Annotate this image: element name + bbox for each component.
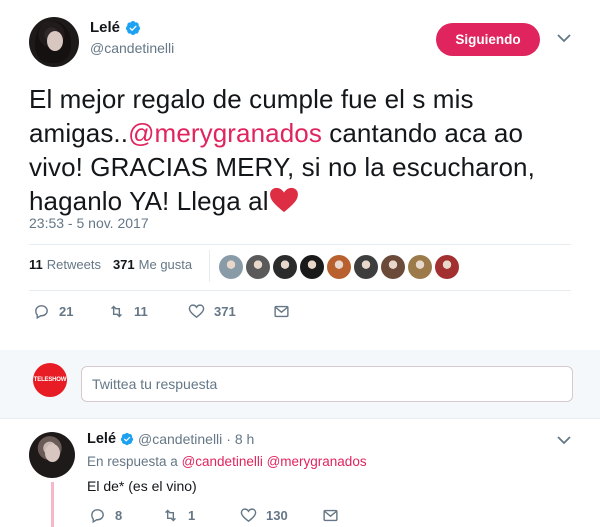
retweet-icon: [165, 509, 176, 522]
direct-message-action[interactable]: [273, 303, 290, 320]
heart-icon: [188, 304, 205, 319]
in-reply-label: En respuesta a: [87, 454, 178, 469]
liker-avatar[interactable]: [219, 255, 243, 279]
retweets-label: Retweets: [46, 257, 101, 272]
liker-avatar[interactable]: [300, 255, 324, 279]
reply-actions: 8 1 130: [89, 507, 339, 524]
liker-avatar[interactable]: [408, 255, 432, 279]
retweet-count: 1: [188, 508, 196, 523]
liker-avatar[interactable]: [354, 255, 378, 279]
stats-separator: [209, 250, 210, 282]
reply-author-avatar[interactable]: [29, 432, 75, 478]
liker-avatars: [219, 255, 459, 279]
author-name-row: Lelé: [90, 19, 141, 36]
divider: [29, 244, 571, 245]
following-button[interactable]: Siguiendo: [436, 23, 540, 56]
author-display-name[interactable]: Lelé: [90, 19, 120, 36]
reply-icon: [35, 305, 48, 320]
liker-avatar[interactable]: [246, 255, 270, 279]
like-action[interactable]: 130: [240, 507, 322, 524]
tweet-stats: 11 Retweets 371 Me gusta: [29, 257, 204, 272]
in-reply-to: En respuesta a @candetinelli @merygranad…: [87, 454, 367, 469]
verified-badge-icon: [120, 432, 134, 446]
retweets-count: 11: [29, 257, 43, 272]
retweet-action[interactable]: 1: [162, 507, 240, 524]
red-heart-emoji-icon: [269, 187, 298, 213]
current-user-avatar[interactable]: TELESHOW: [33, 363, 67, 397]
reply-icon: [91, 509, 104, 524]
reply-author-handle[interactable]: @candetinelli: [138, 431, 222, 447]
retweet-icon: [111, 305, 122, 318]
likes-stat[interactable]: 371 Me gusta: [113, 257, 192, 272]
tweet-actions: 21 11 371: [33, 303, 290, 320]
tweet-timestamp[interactable]: 23:53 - 5 nov. 2017: [29, 215, 149, 231]
liker-avatar[interactable]: [381, 255, 405, 279]
retweet-count: 11: [134, 304, 148, 319]
envelope-icon: [323, 509, 338, 522]
reply-action[interactable]: 21: [33, 303, 108, 320]
reply-count: 8: [115, 508, 123, 523]
like-count: 130: [266, 508, 288, 523]
liker-avatar[interactable]: [273, 255, 297, 279]
envelope-icon: [274, 305, 289, 318]
author-avatar[interactable]: [29, 17, 79, 67]
thread-line: [51, 482, 54, 527]
verified-badge-icon: [126, 20, 141, 35]
chevron-down-icon[interactable]: [557, 33, 571, 43]
tweet-text: El mejor regalo de cumple fue el s mis a…: [29, 82, 569, 218]
liker-avatar[interactable]: [435, 255, 459, 279]
author-handle[interactable]: @candetinelli: [90, 40, 174, 56]
reply-text: El de* (es el vino): [87, 478, 197, 494]
like-action[interactable]: 371: [188, 303, 273, 320]
retweet-action[interactable]: 11: [108, 303, 188, 320]
likes-label: Me gusta: [138, 257, 193, 272]
reply-author-name[interactable]: Lelé: [87, 431, 116, 447]
reply-input[interactable]: Twittea tu respuesta: [81, 366, 573, 402]
chevron-down-icon[interactable]: [557, 435, 571, 445]
reply-time[interactable]: · 8 h: [226, 431, 254, 447]
in-reply-mentions[interactable]: @candetinelli @merygranados: [182, 454, 367, 469]
direct-message-action[interactable]: [322, 507, 339, 524]
reply-action[interactable]: 8: [89, 507, 162, 524]
like-count: 371: [214, 304, 236, 319]
divider: [29, 290, 571, 291]
reply-header: Lelé @candetinelli · 8 h: [87, 431, 254, 447]
reply-count: 21: [59, 304, 74, 319]
heart-icon: [240, 508, 257, 523]
mention-link[interactable]: @merygranados: [128, 118, 322, 148]
likes-count: 371: [112, 257, 135, 272]
reply-composer: TELESHOW Twittea tu respuesta: [0, 350, 600, 418]
retweets-stat[interactable]: 11 Retweets: [29, 257, 101, 272]
liker-avatar[interactable]: [327, 255, 351, 279]
main-tweet: Lelé @candetinelli Siguiendo El mejor re…: [0, 0, 600, 350]
reply-tweet[interactable]: Lelé @candetinelli · 8 h En respuesta a …: [0, 418, 600, 527]
